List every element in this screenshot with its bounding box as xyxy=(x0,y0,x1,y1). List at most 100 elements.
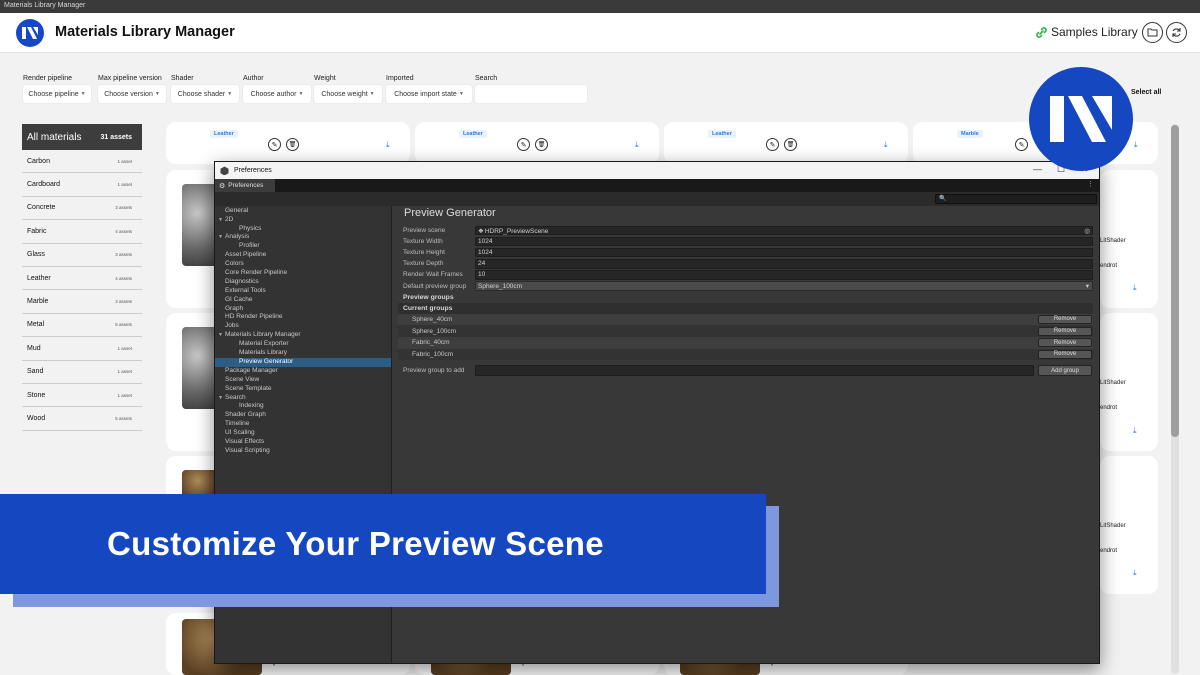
remove-group-button[interactable]: Remove xyxy=(1038,349,1092,359)
tree-item[interactable]: ▼ Analysis xyxy=(215,233,391,242)
material-card[interactable]: LitShader endrot ⤓ xyxy=(1100,456,1158,594)
tab-preferences[interactable]: ⚙ Preferences xyxy=(215,179,275,192)
tree-item[interactable]: Physics xyxy=(215,225,391,234)
download-icon[interactable]: ⤓ xyxy=(635,140,639,150)
open-folder-button[interactable] xyxy=(1142,22,1163,43)
material-card[interactable]: Leather ✎ 🗑 ⤓ xyxy=(166,122,410,164)
material-card[interactable]: Leather ✎ 🗑 ⤓ xyxy=(415,122,659,164)
remove-group-button[interactable]: Remove xyxy=(1038,326,1092,336)
tree-item[interactable]: Package Manager xyxy=(215,367,391,376)
tree-item[interactable]: Asset Pipeline xyxy=(215,251,391,260)
edit-button[interactable]: ✎ xyxy=(268,138,281,151)
expand-arrow-icon[interactable]: ▼ xyxy=(218,233,225,242)
material-card[interactable]: Leather ✎ 🗑 ⤓ xyxy=(664,122,908,164)
sidebar-item[interactable]: Metal 5 assets xyxy=(22,314,142,338)
tree-item[interactable]: Colors xyxy=(215,260,391,269)
property-value-field[interactable]: 1024 xyxy=(475,247,1093,258)
default-group-dropdown[interactable]: Sphere_100cm ▾ xyxy=(475,281,1093,291)
add-group-input[interactable] xyxy=(475,365,1034,377)
tree-item[interactable]: ▼ Search xyxy=(215,394,391,403)
sidebar-item[interactable]: Marble 3 assets xyxy=(22,290,142,314)
filter-shader: Shader Choose shader ▼ xyxy=(171,75,239,103)
sidebar-item[interactable]: Stone 1 asset xyxy=(22,384,142,408)
material-card[interactable]: LitShader endrot ⤓ xyxy=(1100,313,1158,451)
tree-item[interactable]: Graph xyxy=(215,305,391,314)
weight-select[interactable]: Choose weight ▼ xyxy=(314,85,382,103)
scrollbar-thumb[interactable] xyxy=(1171,125,1179,437)
tree-item[interactable]: HD Render Pipeline xyxy=(215,313,391,322)
search-input[interactable] xyxy=(475,85,587,103)
sidebar-item[interactable]: Glass 3 assets xyxy=(22,244,142,267)
add-group-button[interactable]: Add group xyxy=(1038,365,1092,377)
tree-item[interactable]: GI Cache xyxy=(215,296,391,305)
render-pipeline-select[interactable]: Choose pipeline ▼ xyxy=(23,85,91,103)
property-value-field[interactable]: 10 xyxy=(475,270,1093,280)
sidebar-item[interactable]: Fabric 4 assets xyxy=(22,220,142,244)
download-icon[interactable]: ⤓ xyxy=(1133,283,1137,293)
tree-item[interactable]: Visual Scripting xyxy=(215,447,391,456)
samples-library-link[interactable]: Samples Library xyxy=(1035,25,1138,39)
tree-item[interactable]: Scene Template xyxy=(215,385,391,394)
author-select[interactable]: Choose author ▼ xyxy=(243,85,311,103)
tree-item[interactable]: ▼ 2D xyxy=(215,216,391,225)
expand-arrow-icon[interactable]: ▼ xyxy=(218,331,225,340)
download-icon[interactable]: ⤓ xyxy=(386,140,390,150)
download-icon[interactable]: ⤓ xyxy=(884,140,888,150)
tree-item[interactable]: Profiler xyxy=(215,242,391,251)
tree-item[interactable]: Material Exporter xyxy=(215,340,391,349)
edit-button[interactable]: ✎ xyxy=(1015,138,1028,151)
download-icon[interactable]: ⤓ xyxy=(1133,426,1137,436)
delete-button[interactable]: 🗑 xyxy=(535,138,548,151)
tree-item[interactable]: Indexing xyxy=(215,402,391,411)
edit-button[interactable]: ✎ xyxy=(517,138,530,151)
sidebar-item[interactable]: Leather 4 assets xyxy=(22,267,142,291)
sidebar-item-label: Metal xyxy=(27,321,45,329)
tree-item-label: Materials Library xyxy=(239,349,288,357)
sidebar-item-all-materials[interactable]: All materials 31 assets xyxy=(22,124,142,150)
remove-group-button[interactable]: Remove xyxy=(1038,338,1092,348)
preview-scene-field[interactable]: ❖HDRP_PreviewScene ◎ xyxy=(475,225,1093,236)
material-card[interactable]: LitShader endrot ⤓ xyxy=(1100,170,1158,308)
select-all-button[interactable]: Select all xyxy=(1131,89,1161,96)
tree-item-label: Profiler xyxy=(239,242,260,250)
preferences-titlebar[interactable]: Preferences — ☐ ✕ xyxy=(215,162,1099,179)
tree-item[interactable]: Visual Effects xyxy=(215,438,391,447)
property-value-field[interactable]: 1024 xyxy=(475,236,1093,247)
sidebar-item[interactable]: Mud 1 asset xyxy=(22,337,142,361)
sidebar-item[interactable]: Wood 5 assets xyxy=(22,407,142,431)
tree-item[interactable]: Shader Graph xyxy=(215,411,391,420)
object-picker-icon[interactable]: ◎ xyxy=(1084,227,1090,235)
tree-item[interactable]: External Tools xyxy=(215,287,391,296)
preferences-search-input[interactable]: 🔍 xyxy=(935,194,1097,204)
tree-item[interactable]: Core Render Pipeline xyxy=(215,269,391,278)
sidebar-item[interactable]: Sand 1 asset xyxy=(22,361,142,384)
remove-group-button[interactable]: Remove xyxy=(1038,314,1092,324)
download-icon[interactable]: ⤓ xyxy=(1133,568,1137,578)
property-value-field[interactable]: 24 xyxy=(475,259,1093,269)
tree-item[interactable]: Preview Generator xyxy=(215,357,391,367)
delete-button[interactable]: 🗑 xyxy=(286,138,299,151)
shader-select[interactable]: Choose shader ▼ xyxy=(171,85,239,103)
expand-arrow-icon[interactable]: ▼ xyxy=(218,394,225,403)
tree-item[interactable]: Timeline xyxy=(215,420,391,429)
tree-item[interactable]: UI Scaling xyxy=(215,429,391,438)
tree-item[interactable]: Diagnostics xyxy=(215,278,391,287)
tree-item[interactable]: Scene View xyxy=(215,376,391,385)
delete-button[interactable]: 🗑 xyxy=(784,138,797,151)
tree-item[interactable]: Materials Library xyxy=(215,349,391,358)
tree-item[interactable]: General xyxy=(215,207,391,216)
more-options-icon[interactable]: ⋮ xyxy=(1087,180,1094,188)
pane-title: Preview Generator xyxy=(404,207,496,219)
sidebar-item[interactable]: Carbon 1 asset xyxy=(22,150,142,174)
import-state-select[interactable]: Choose import state ▼ xyxy=(386,85,472,103)
expand-arrow-icon[interactable]: ▼ xyxy=(218,216,225,225)
edit-button[interactable]: ✎ xyxy=(766,138,779,151)
sidebar-item[interactable]: Cardboard 1 asset xyxy=(22,173,142,197)
tree-item[interactable]: Jobs xyxy=(215,322,391,331)
download-icon[interactable]: ⤓ xyxy=(1134,140,1138,150)
tree-item[interactable]: ▼ Materials Library Manager xyxy=(215,331,391,340)
minimize-icon[interactable]: — xyxy=(1033,164,1042,174)
sidebar-item[interactable]: Concrete 3 assets xyxy=(22,197,142,221)
refresh-button[interactable] xyxy=(1166,22,1187,43)
pipeline-version-select[interactable]: Choose version ▼ xyxy=(98,85,166,103)
